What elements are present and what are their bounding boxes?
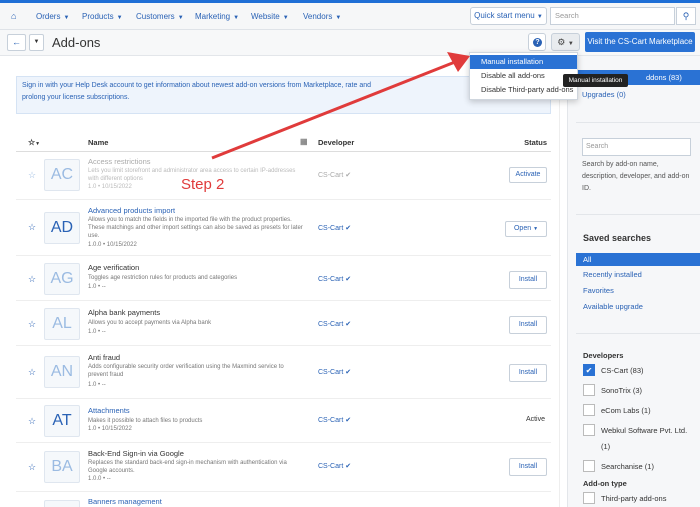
arrow-shaft [211, 60, 456, 160]
page: ⌂ Orders ▼ Products ▼ Customers ▼ Marketing… [0, 0, 700, 507]
arrow-head [447, 52, 470, 72]
annotation-arrow [211, 52, 470, 160]
